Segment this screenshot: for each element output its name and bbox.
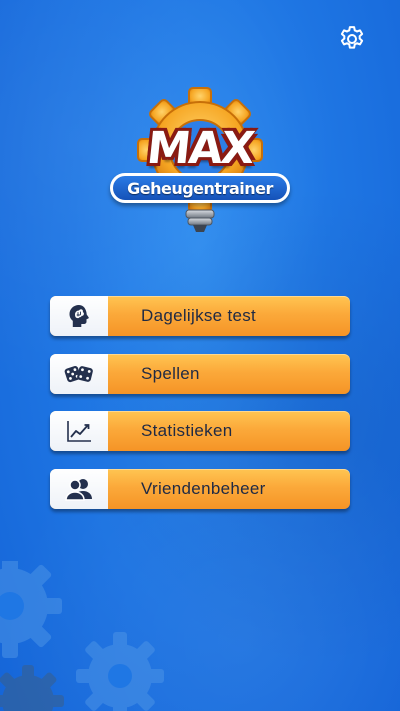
menu-item-label: Spellen: [141, 363, 200, 383]
menu-icon-box: [50, 353, 108, 394]
menu-icon-box: [50, 296, 108, 336]
menu-item-label: Dagelijkse test: [141, 306, 257, 325]
main-menu: Dagelijkse test Spellen Statistieken Vri…: [50, 296, 350, 526]
menu-item-label: Statistieken: [141, 421, 233, 440]
menu-item-games[interactable]: Spellen: [50, 353, 350, 394]
menu-icon-box: [50, 411, 108, 451]
menu-item-daily-test[interactable]: Dagelijkse test: [50, 296, 350, 336]
menu-item-statistics[interactable]: Statistieken: [50, 411, 350, 451]
menu-item-label: Vriendenbeheer: [141, 478, 266, 498]
menu-item-friends[interactable]: Vriendenbeheer: [50, 468, 350, 509]
head-brain-icon: [69, 305, 89, 327]
line-chart-icon: [67, 421, 91, 442]
logo-subtitle: Geheugentrainer: [110, 173, 290, 203]
gear-icon: [340, 26, 364, 49]
dice-icon: [64, 365, 93, 382]
home-screen: MAX Geheugentrainer Dagelijkse test Spel…: [0, 0, 400, 711]
logo-title: MAX: [144, 123, 256, 174]
settings-button[interactable]: [335, 22, 369, 56]
menu-icon-box: [50, 468, 108, 509]
app-logo: MAX Geheugentrainer: [100, 85, 300, 240]
users-icon: [65, 478, 92, 501]
decorative-gears: [0, 561, 164, 711]
